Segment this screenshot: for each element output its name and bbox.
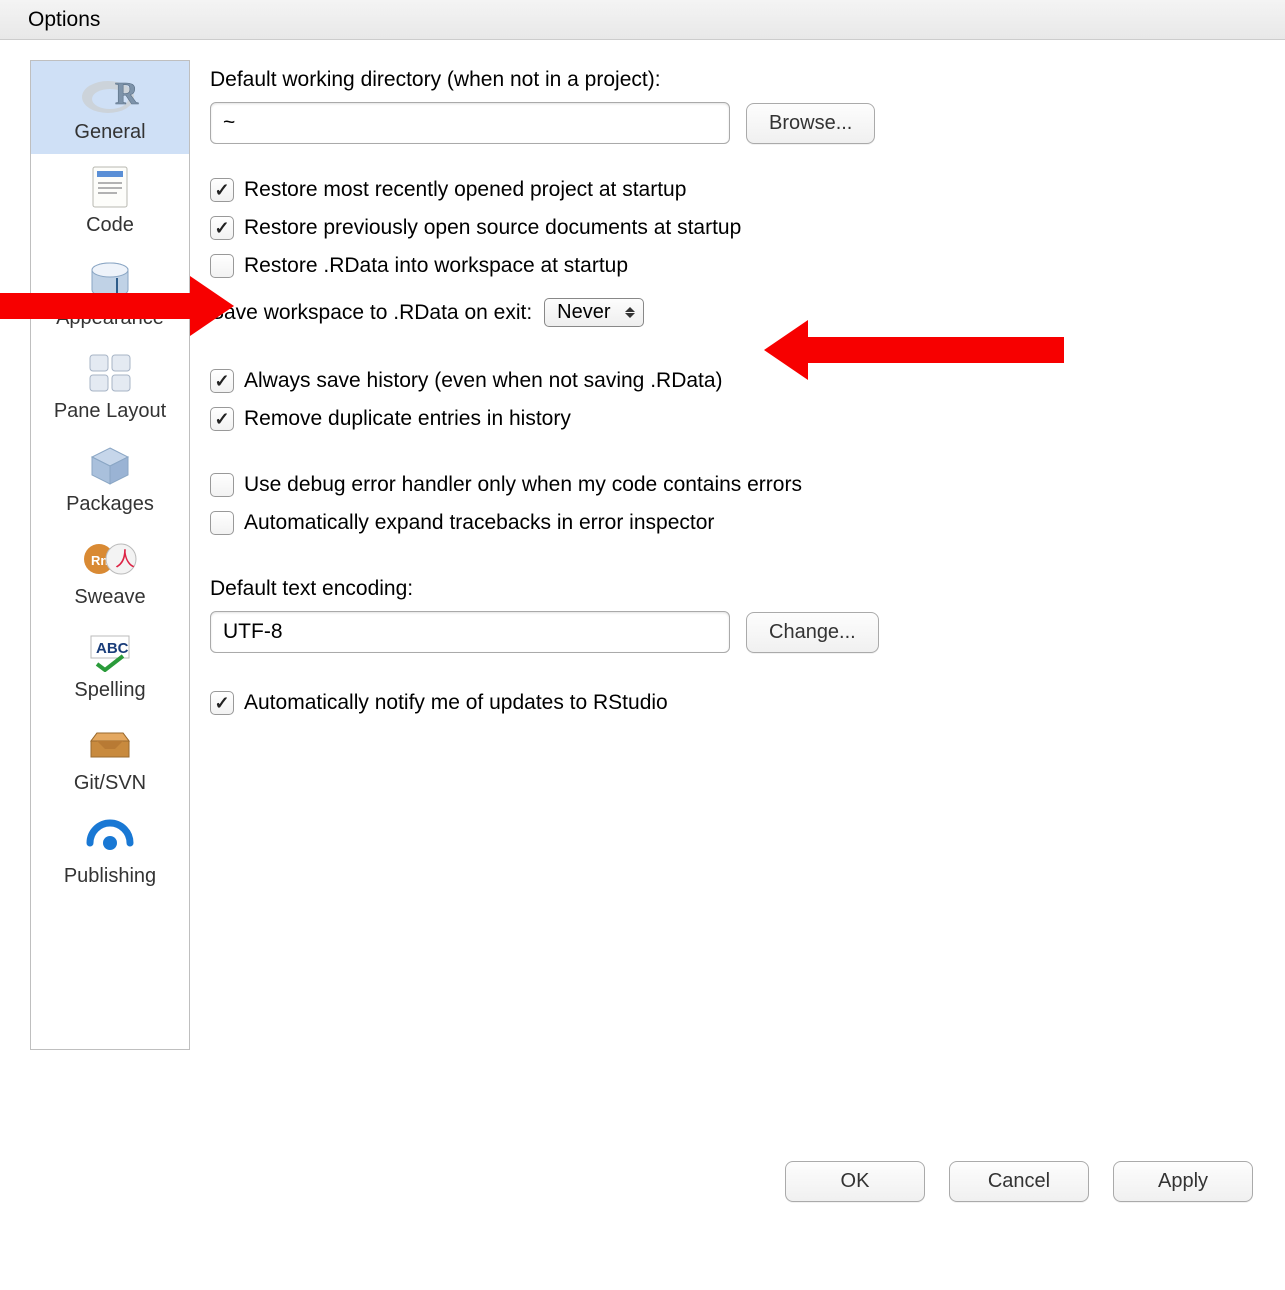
checkbox-restore-source[interactable]: Restore previously open source documents… bbox=[210, 216, 1259, 240]
sidebar: R General Code bbox=[30, 60, 190, 1050]
checkbox-icon bbox=[210, 369, 234, 393]
checkbox-icon bbox=[210, 691, 234, 715]
spelling-icon: ABC bbox=[35, 627, 185, 677]
checkbox-label: Restore previously open source documents… bbox=[244, 216, 741, 240]
packages-icon bbox=[35, 441, 185, 491]
checkbox-label: Automatically expand tracebacks in error… bbox=[244, 511, 714, 535]
options-dialog: R General Code bbox=[0, 40, 1285, 1290]
sidebar-item-general[interactable]: R General bbox=[31, 61, 189, 154]
select-value: Never bbox=[557, 301, 610, 324]
checkbox-label: Remove duplicate entries in history bbox=[244, 407, 571, 431]
publishing-icon bbox=[35, 813, 185, 863]
svg-text:ABC: ABC bbox=[96, 640, 129, 657]
ok-button[interactable]: OK bbox=[785, 1161, 925, 1202]
apply-button[interactable]: Apply bbox=[1113, 1161, 1253, 1202]
change-button[interactable]: Change... bbox=[746, 612, 879, 653]
sidebar-item-label: Sweave bbox=[35, 586, 185, 609]
checkbox-icon bbox=[210, 216, 234, 240]
checkbox-icon bbox=[210, 407, 234, 431]
window-title: Options bbox=[28, 8, 100, 32]
sidebar-item-label: Publishing bbox=[35, 865, 185, 888]
svg-text:人: 人 bbox=[115, 548, 135, 571]
sidebar-item-label: Spelling bbox=[35, 679, 185, 702]
sweave-icon: Rnv 人 bbox=[35, 534, 185, 584]
checkbox-notify-updates[interactable]: Automatically notify me of updates to RS… bbox=[210, 691, 1259, 715]
window-titlebar: Options bbox=[0, 0, 1285, 40]
checkbox-label: Automatically notify me of updates to RS… bbox=[244, 691, 668, 715]
sidebar-item-label: Appearance bbox=[35, 307, 185, 330]
main-panel: Default working directory (when not in a… bbox=[210, 60, 1259, 1270]
workingdir-input[interactable] bbox=[210, 102, 730, 144]
checkbox-label: Use debug error handler only when my cod… bbox=[244, 473, 802, 497]
browse-button[interactable]: Browse... bbox=[746, 103, 875, 144]
checkbox-icon bbox=[210, 511, 234, 535]
checkbox-icon bbox=[210, 178, 234, 202]
save-workspace-row: Save workspace to .RData on exit: Never bbox=[210, 298, 1259, 327]
sidebar-item-code[interactable]: Code bbox=[31, 154, 189, 247]
checkbox-icon bbox=[210, 473, 234, 497]
chevron-updown-icon bbox=[625, 307, 635, 318]
checkbox-icon bbox=[210, 254, 234, 278]
gitsvn-icon bbox=[35, 720, 185, 770]
checkbox-restore-rdata[interactable]: Restore .RData into workspace at startup bbox=[210, 254, 1259, 278]
sidebar-item-label: Pane Layout bbox=[35, 400, 185, 423]
encoding-input[interactable] bbox=[210, 611, 730, 653]
checkbox-debug-handler[interactable]: Use debug error handler only when my cod… bbox=[210, 473, 1259, 497]
pane-layout-icon bbox=[35, 348, 185, 398]
sidebar-item-label: Code bbox=[35, 214, 185, 237]
sidebar-item-appearance[interactable]: Appearance bbox=[31, 247, 189, 340]
save-workspace-label: Save workspace to .RData on exit: bbox=[210, 301, 532, 325]
code-doc-icon bbox=[35, 162, 185, 212]
sidebar-item-spelling[interactable]: ABC Spelling bbox=[31, 619, 189, 712]
checkbox-label: Restore most recently opened project at … bbox=[244, 178, 686, 202]
sidebar-item-label: Packages bbox=[35, 493, 185, 516]
checkbox-remove-dup-history[interactable]: Remove duplicate entries in history bbox=[210, 407, 1259, 431]
sidebar-item-pane-layout[interactable]: Pane Layout bbox=[31, 340, 189, 433]
svg-text:R: R bbox=[115, 75, 139, 111]
sidebar-item-publishing[interactable]: Publishing bbox=[31, 805, 189, 898]
r-logo-icon: R bbox=[35, 69, 185, 119]
sidebar-item-packages[interactable]: Packages bbox=[31, 433, 189, 526]
sidebar-item-gitsvn[interactable]: Git/SVN bbox=[31, 712, 189, 805]
checkbox-label: Restore .RData into workspace at startup bbox=[244, 254, 628, 278]
checkbox-save-history[interactable]: Always save history (even when not savin… bbox=[210, 369, 1259, 393]
checkbox-label: Always save history (even when not savin… bbox=[244, 369, 723, 393]
checkbox-expand-traceback[interactable]: Automatically expand tracebacks in error… bbox=[210, 511, 1259, 535]
dialog-footer-buttons: OK Cancel Apply bbox=[785, 1161, 1253, 1202]
workingdir-label: Default working directory (when not in a… bbox=[210, 68, 1259, 92]
save-workspace-select[interactable]: Never bbox=[544, 298, 643, 327]
appearance-icon bbox=[35, 255, 185, 305]
sidebar-item-label: General bbox=[35, 121, 185, 144]
cancel-button[interactable]: Cancel bbox=[949, 1161, 1089, 1202]
encoding-label: Default text encoding: bbox=[210, 577, 1259, 601]
sidebar-item-sweave[interactable]: Rnv 人 Sweave bbox=[31, 526, 189, 619]
checkbox-restore-project[interactable]: Restore most recently opened project at … bbox=[210, 178, 1259, 202]
sidebar-item-label: Git/SVN bbox=[35, 772, 185, 795]
